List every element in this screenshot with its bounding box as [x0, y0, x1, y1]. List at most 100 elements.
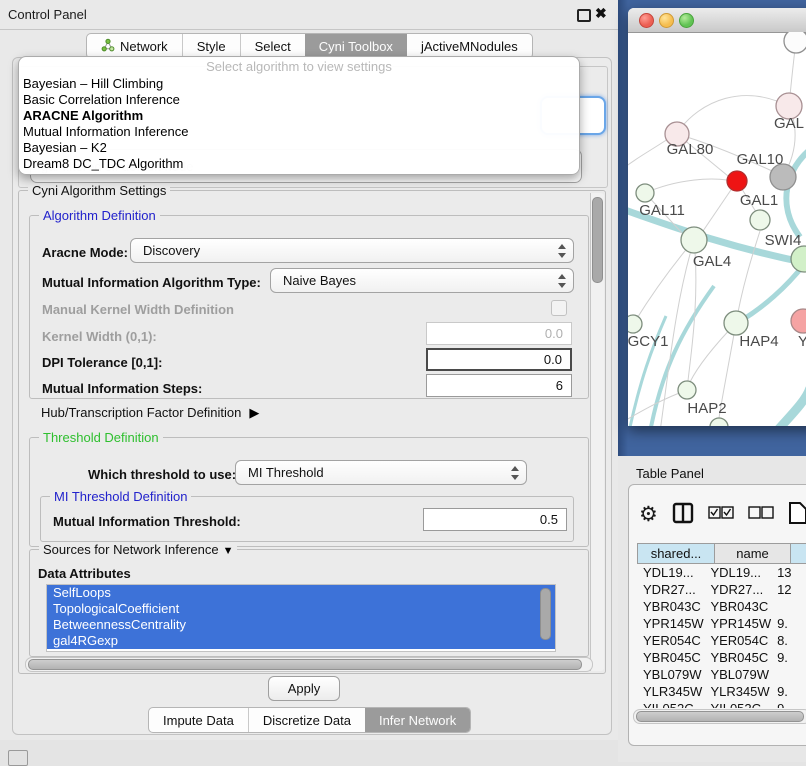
split-pane-icon[interactable]: [672, 502, 694, 529]
mi-steps-field[interactable]: 6: [426, 374, 572, 397]
float-window-icon[interactable]: [577, 9, 591, 22]
panel-corner-button[interactable]: [8, 750, 28, 766]
network-node[interactable]: [727, 171, 747, 191]
network-edge[interactable]: [786, 148, 806, 237]
settings-scrollbar[interactable]: [590, 193, 604, 671]
column-header-name[interactable]: name: [714, 543, 790, 564]
dropdown-option[interactable]: Basic Correlation Inference: [19, 92, 579, 108]
table-hscrollbar-thumb[interactable]: [636, 711, 804, 722]
network-node-label: GAL80: [667, 141, 714, 158]
tab-cyni-toolbox[interactable]: Cyni Toolbox: [305, 34, 407, 58]
table-row[interactable]: YIL052CYIL052C9.: [637, 700, 806, 708]
table-row[interactable]: YER054CYER054C8.: [637, 632, 806, 649]
network-edge[interactable]: [776, 388, 806, 426]
attribute-list-item[interactable]: TopologicalCoefficient: [47, 601, 555, 617]
mi-threshold-field[interactable]: 0.5: [423, 508, 567, 531]
apply-button[interactable]: Apply: [268, 676, 340, 701]
table-cell: YDR27...: [704, 581, 771, 598]
tab-impute-data[interactable]: Impute Data: [149, 708, 248, 732]
threshold-definition-title: Threshold Definition: [39, 430, 163, 445]
network-node-hap4[interactable]: [724, 311, 748, 335]
tab-discretize-data[interactable]: Discretize Data: [248, 708, 365, 732]
network-node-gal4[interactable]: [681, 227, 707, 253]
network-node[interactable]: [710, 418, 728, 426]
attributes-scrollbar-thumb[interactable]: [540, 588, 551, 640]
table-cell: YDR27...: [637, 581, 704, 598]
network-canvas[interactable]: GALGAL80GAL10GAL1GAL11GAL4SWI4GCY1HAP4YH…: [628, 32, 806, 426]
network-window-titlebar[interactable]: [628, 8, 806, 33]
sources-group-title[interactable]: Sources for Network Inference▼: [39, 542, 237, 557]
network-node-label: Y: [798, 333, 806, 350]
attribute-list-item[interactable]: gal4RGexp: [47, 633, 555, 649]
settings-hscrollbar-thumb[interactable]: [28, 659, 582, 670]
attribute-list-item[interactable]: BetweennessCentrality: [47, 617, 555, 633]
dpi-tolerance-field[interactable]: 0.0: [426, 348, 572, 371]
table-hscrollbar[interactable]: [633, 709, 806, 724]
settings-scrollbar-thumb[interactable]: [592, 197, 603, 283]
manual-kernel-checkbox[interactable]: [551, 300, 567, 316]
tab-select[interactable]: Select: [240, 34, 305, 58]
tab-network[interactable]: Network: [87, 34, 182, 58]
table-row[interactable]: YLR345WYLR345W9.: [637, 683, 806, 700]
table-cell: 13: [771, 564, 806, 581]
minimize-traffic-light-icon[interactable]: [659, 13, 674, 28]
dropdown-option[interactable]: Bayesian – K2: [19, 140, 579, 156]
table-row[interactable]: YBR043CYBR043C: [637, 598, 806, 615]
attribute-list-item[interactable]: SelfLoops: [47, 585, 555, 601]
network-node-y[interactable]: [791, 309, 806, 333]
select-all-icon[interactable]: [708, 506, 734, 524]
which-threshold-value: MI Threshold: [248, 465, 324, 480]
table-panel-title: Table Panel: [636, 466, 704, 481]
dropdown-option[interactable]: Dream8 DC_TDC Algorithm: [19, 156, 579, 172]
table-row[interactable]: YPR145WYPR145W9.: [637, 615, 806, 632]
table-row[interactable]: YDR27...YDR27...12: [637, 581, 806, 598]
hub-definition-toggle[interactable]: Hub/Transcription Factor Definition▶: [41, 405, 259, 421]
table-cell: 8.: [771, 632, 806, 649]
mi-type-combo[interactable]: Naive Bayes: [270, 268, 574, 293]
table-cell: YPR145W: [637, 615, 704, 632]
network-node-gcy1[interactable]: [628, 315, 642, 333]
new-table-icon[interactable]: [788, 501, 806, 530]
dropdown-option[interactable]: Mutual Information Inference: [19, 124, 579, 140]
zoom-traffic-light-icon[interactable]: [679, 13, 694, 28]
kernel-width-field[interactable]: 0.0: [426, 322, 572, 345]
network-node-swi4[interactable]: [791, 246, 806, 272]
table-row[interactable]: YBR045CYBR045C9.: [637, 649, 806, 666]
mi-threshold-definition-title: MI Threshold Definition: [50, 489, 191, 504]
table-header-row: shared...nameA: [637, 543, 806, 564]
network-node-gal1[interactable]: [750, 210, 770, 230]
table-cell: [771, 598, 806, 615]
table-row[interactable]: YDL19...YDL19...13: [637, 564, 806, 581]
table-cell: YER054C: [704, 632, 771, 649]
table-row[interactable]: YBL079WYBL079W: [637, 666, 806, 683]
tab-infer-network[interactable]: Infer Network: [365, 708, 470, 732]
network-node[interactable]: [784, 32, 806, 53]
tab-style[interactable]: Style: [182, 34, 240, 58]
tab-jactivemnodules[interactable]: jActiveMNodules: [407, 34, 532, 58]
table-toolbar: ⚙: [639, 501, 806, 529]
dropdown-option[interactable]: Bayesian – Hill Climbing: [19, 76, 579, 92]
network-node-gal11[interactable]: [636, 184, 654, 202]
dropdown-option[interactable]: ARACNE Algorithm: [19, 108, 579, 124]
table-settings-gear-icon[interactable]: ⚙: [639, 504, 658, 526]
network-node-hap2[interactable]: [678, 381, 696, 399]
aracne-mode-combo[interactable]: Discovery: [130, 238, 574, 263]
sources-title-label: Sources for Network Inference: [43, 542, 219, 557]
mi-threshold-value: 0.5: [540, 512, 558, 527]
close-icon[interactable]: ✖: [595, 5, 607, 22]
apply-button-label: Apply: [288, 681, 321, 696]
table-cell: 12: [771, 581, 806, 598]
close-traffic-light-icon[interactable]: [639, 13, 654, 28]
tab-label: Discretize Data: [263, 713, 351, 728]
table-cell: YLR345W: [704, 683, 771, 700]
data-attributes-list[interactable]: SelfLoopsTopologicalCoefficientBetweenne…: [46, 584, 556, 652]
column-header-a[interactable]: A: [790, 543, 806, 564]
column-header-shared[interactable]: shared...: [637, 543, 714, 564]
settings-hscrollbar[interactable]: [25, 657, 593, 672]
network-edge[interactable]: [645, 179, 727, 193]
unselect-all-icon[interactable]: [748, 506, 774, 524]
table-cell: [771, 666, 806, 683]
network-edge[interactable]: [634, 240, 694, 323]
which-threshold-combo[interactable]: MI Threshold: [235, 460, 527, 485]
network-node-label: GAL10: [737, 151, 784, 168]
